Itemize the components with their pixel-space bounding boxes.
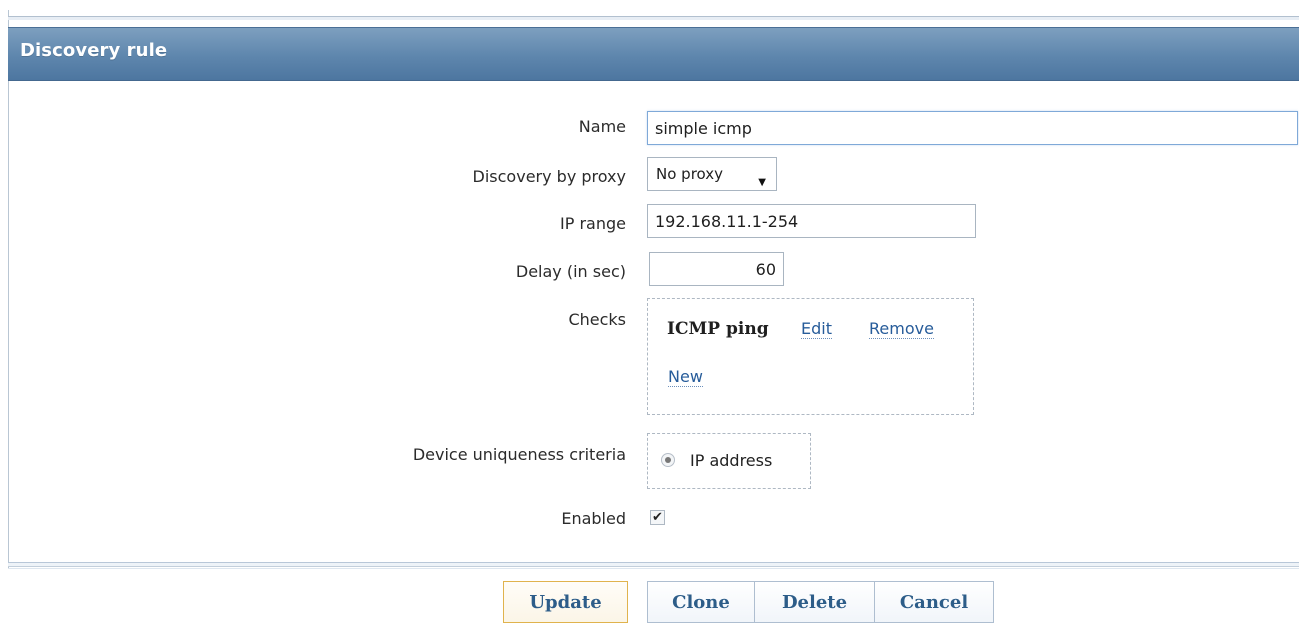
checks-panel: ICMP ping Edit Remove New <box>647 298 974 415</box>
clone-button[interactable]: Clone <box>647 581 755 623</box>
update-button[interactable]: Update <box>503 581 628 623</box>
uniqueness-radio-group: IP address <box>647 433 811 489</box>
proxy-select[interactable]: No proxy ▼ <box>647 157 777 191</box>
uniqueness-label: Device uniqueness criteria <box>412 445 626 464</box>
check-item-name: ICMP ping <box>667 319 769 339</box>
new-check-link[interactable]: New <box>668 368 703 387</box>
enabled-checkbox[interactable]: ✔ <box>650 510 665 525</box>
delete-button[interactable]: Delete <box>754 581 875 623</box>
proxy-select-value: No proxy <box>656 165 723 183</box>
dialog-title: Discovery rule <box>20 40 168 61</box>
name-input[interactable] <box>647 111 1298 145</box>
delay-label: Delay (in sec) <box>515 262 626 281</box>
uniqueness-option-label[interactable]: IP address <box>690 451 772 470</box>
checks-label: Checks <box>568 310 626 329</box>
check-icon: ✔ <box>652 510 663 525</box>
enabled-label: Enabled <box>561 509 626 528</box>
radio-selected-icon[interactable] <box>661 453 675 467</box>
delay-input[interactable] <box>649 252 784 286</box>
name-label: Name <box>578 117 626 136</box>
ip-range-input[interactable] <box>647 204 976 238</box>
chevron-down-icon: ▼ <box>758 177 766 188</box>
ip-range-label: IP range <box>560 214 626 233</box>
proxy-label: Discovery by proxy <box>472 167 626 186</box>
footer-separator <box>8 562 1299 567</box>
top-separator <box>8 16 1299 20</box>
edit-check-link[interactable]: Edit <box>801 320 832 339</box>
remove-check-link[interactable]: Remove <box>869 320 934 339</box>
dialog-header: Discovery rule <box>8 27 1299 81</box>
cancel-button[interactable]: Cancel <box>874 581 994 623</box>
